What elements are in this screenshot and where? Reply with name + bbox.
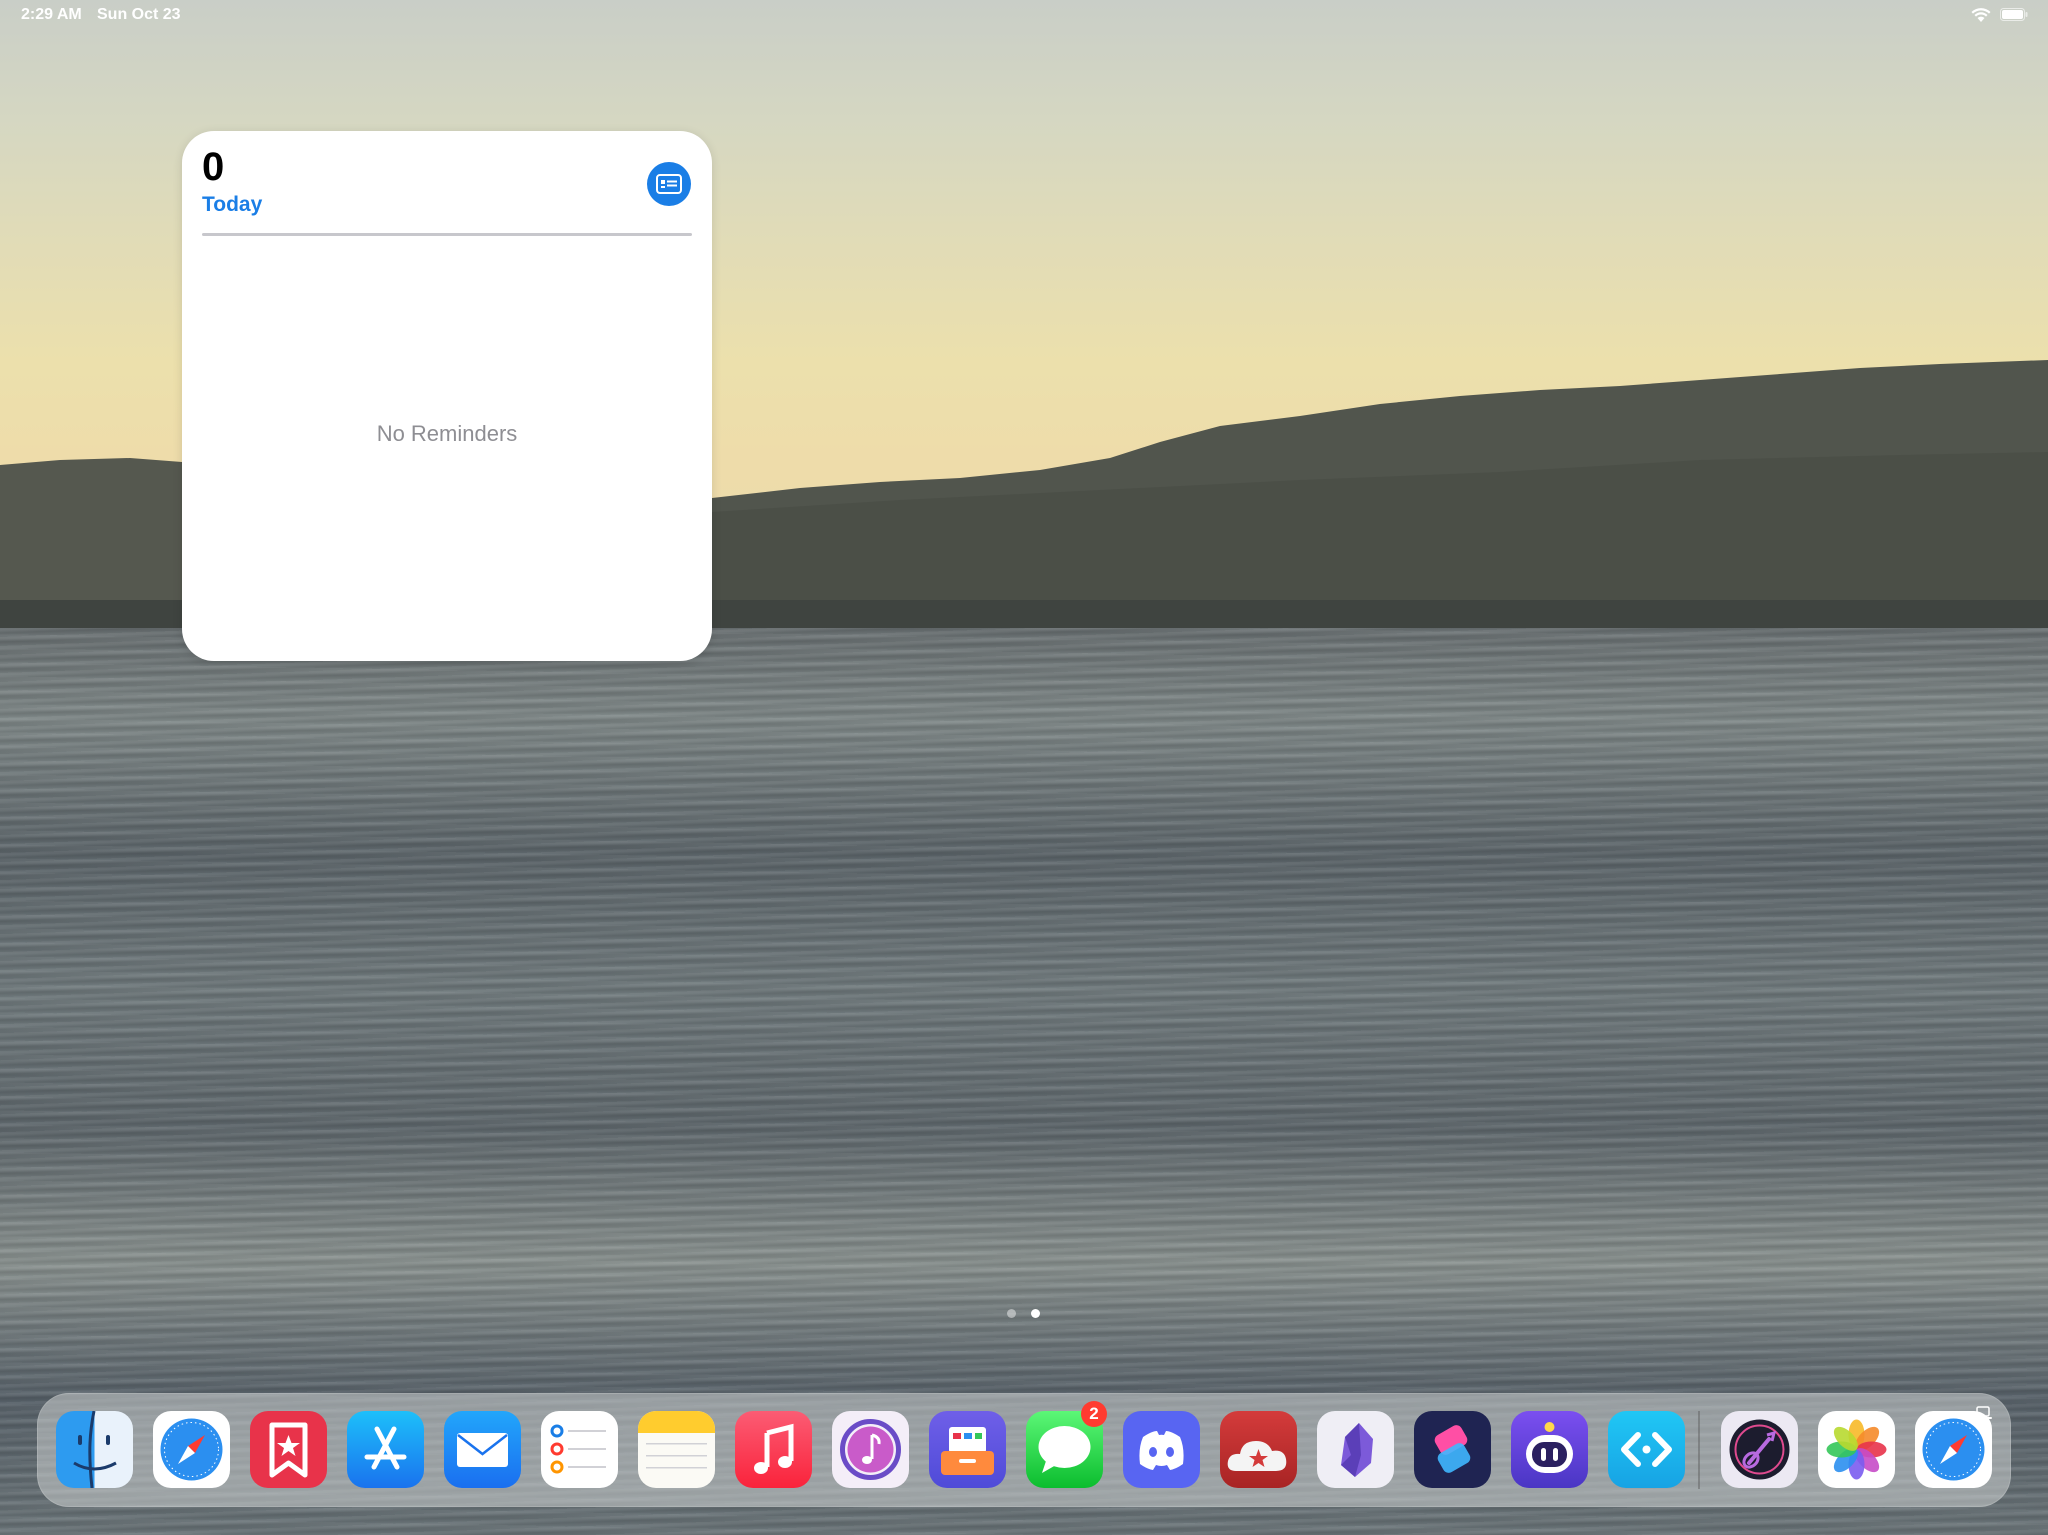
- reminders-icon[interactable]: [541, 1411, 618, 1488]
- page-dot-1[interactable]: [1007, 1309, 1016, 1318]
- status-time: 2:29 AM: [21, 6, 82, 23]
- discord-icon[interactable]: [1123, 1411, 1200, 1488]
- reminders-list-name: Today: [202, 193, 263, 216]
- bookmark-star-icon[interactable]: [250, 1411, 327, 1488]
- dock-divider: [1698, 1411, 1700, 1489]
- battery-icon: [2000, 8, 2028, 21]
- mail-icon[interactable]: [444, 1411, 521, 1488]
- reminders-count: 0: [202, 145, 225, 189]
- handoff-icon: [1973, 1405, 1993, 1421]
- obsidian-icon[interactable]: [1317, 1411, 1394, 1488]
- robot-icon[interactable]: [1511, 1411, 1588, 1488]
- list-icon: [647, 162, 691, 206]
- music-disc-icon[interactable]: [832, 1411, 909, 1488]
- archive-box-icon[interactable]: [929, 1411, 1006, 1488]
- finder-icon[interactable]: [56, 1411, 133, 1488]
- music-icon[interactable]: [735, 1411, 812, 1488]
- shortcuts-icon[interactable]: [1414, 1411, 1491, 1488]
- wifi-icon: [1970, 7, 1992, 23]
- safari-recent-icon[interactable]: [1915, 1411, 1992, 1488]
- reminders-widget[interactable]: 0 Today No Reminders: [182, 131, 712, 661]
- photos-icon[interactable]: [1818, 1411, 1895, 1488]
- status-bar: 2:29 AM Sun Oct 23: [0, 0, 2048, 30]
- page-dot-2[interactable]: [1031, 1309, 1040, 1318]
- code-brackets-icon[interactable]: [1608, 1411, 1685, 1488]
- notes-icon[interactable]: [638, 1411, 715, 1488]
- no-reminders-text: No Reminders: [376, 421, 518, 446]
- dock: 2: [37, 1393, 2011, 1507]
- messages-badge: 2: [1081, 1401, 1107, 1427]
- app-store-icon[interactable]: [347, 1411, 424, 1488]
- status-date: Sun Oct 23: [97, 6, 181, 23]
- cloud-star-icon[interactable]: [1220, 1411, 1297, 1488]
- safari-icon[interactable]: [153, 1411, 230, 1488]
- guitar-icon[interactable]: [1721, 1411, 1798, 1488]
- widget-divider: [202, 233, 692, 236]
- page-indicator[interactable]: [1007, 1309, 1041, 1319]
